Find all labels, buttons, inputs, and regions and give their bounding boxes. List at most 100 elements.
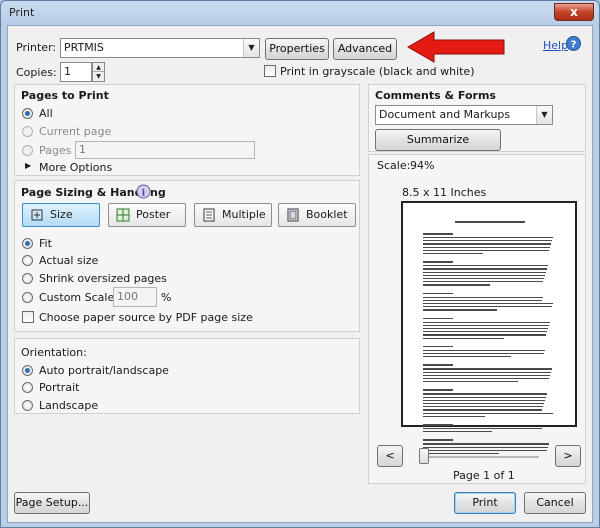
preview-text-line bbox=[423, 446, 548, 448]
booklet-button[interactable]: Booklet bbox=[278, 203, 356, 227]
preview-text-line bbox=[423, 428, 542, 430]
preview-text-line bbox=[423, 274, 545, 276]
multiple-button[interactable]: Multiple bbox=[194, 203, 272, 227]
copies-stepper[interactable]: ▲ ▼ bbox=[92, 62, 105, 82]
help-icon[interactable]: ? bbox=[566, 36, 581, 51]
preview-text-line bbox=[423, 349, 545, 351]
dialog-body: Printer: PRTMIS ▼ Properties Advanced He… bbox=[7, 25, 593, 523]
grayscale-checkbox[interactable] bbox=[264, 65, 276, 77]
preview-text-line bbox=[423, 415, 485, 417]
preview-text-line bbox=[423, 317, 453, 320]
window-title: Print bbox=[9, 6, 35, 19]
pages-range-radio[interactable] bbox=[22, 145, 33, 156]
preview-text-line bbox=[423, 281, 543, 283]
custom-scale-radio[interactable] bbox=[22, 292, 33, 303]
pages-all-label: All bbox=[39, 107, 53, 120]
size-button[interactable]: Size bbox=[22, 203, 100, 227]
svg-text:i: i bbox=[142, 189, 146, 199]
pages-current-radio[interactable] bbox=[22, 126, 33, 137]
preview-text-line bbox=[423, 309, 497, 311]
preview-text-line bbox=[423, 249, 549, 251]
print-button[interactable]: Print bbox=[454, 492, 516, 514]
preview-text-line bbox=[423, 261, 453, 263]
properties-button[interactable]: Properties bbox=[265, 38, 329, 60]
preview-text-line bbox=[423, 328, 548, 330]
preview-text-line bbox=[423, 240, 552, 242]
preview-text-line bbox=[423, 443, 549, 445]
preview-text-line bbox=[423, 364, 453, 366]
preview-text-line bbox=[423, 306, 552, 308]
comments-select-value: Document and Markups bbox=[379, 108, 511, 121]
close-button[interactable]: x bbox=[554, 3, 594, 21]
paper-size-label: 8.5 x 11 Inches bbox=[402, 186, 487, 199]
copies-input[interactable]: 1 bbox=[60, 62, 92, 82]
next-page-button[interactable]: > bbox=[555, 445, 581, 467]
poster-button[interactable]: Poster bbox=[108, 203, 186, 227]
preview-text-line bbox=[455, 221, 525, 223]
svg-text:?: ? bbox=[571, 40, 577, 51]
preview-text-line bbox=[423, 296, 543, 298]
actual-size-radio[interactable] bbox=[22, 255, 33, 266]
preview-text-line bbox=[423, 265, 548, 267]
paper-source-checkbox[interactable] bbox=[22, 311, 34, 323]
custom-scale-input[interactable]: 100 bbox=[113, 287, 157, 307]
more-options-toggle[interactable]: More Options bbox=[39, 161, 112, 174]
stepper-up-icon[interactable]: ▲ bbox=[93, 63, 104, 72]
title-bar[interactable]: Print x bbox=[1, 1, 599, 25]
preview-text-line bbox=[423, 337, 504, 339]
preview-text-line bbox=[423, 371, 551, 373]
comments-forms-panel: Comments & Forms Document and Markups ▼ … bbox=[368, 84, 586, 166]
auto-orientation-radio[interactable] bbox=[22, 365, 33, 376]
pages-range-label: Pages bbox=[39, 144, 72, 157]
previous-page-button[interactable]: < bbox=[377, 445, 403, 467]
page-slider-track[interactable] bbox=[421, 456, 539, 458]
stepper-down-icon[interactable]: ▼ bbox=[93, 72, 104, 81]
preview-panel: Scale: 94% 8.5 x 11 Inches < > Page 1 of… bbox=[368, 154, 586, 484]
paper-source-label: Choose paper source by PDF page size bbox=[39, 311, 253, 324]
preview-text-line bbox=[423, 399, 545, 401]
auto-orientation-label: Auto portrait/landscape bbox=[39, 364, 169, 377]
booklet-icon bbox=[287, 208, 299, 222]
custom-scale-label: Custom Scale: bbox=[39, 291, 118, 304]
shrink-radio[interactable] bbox=[22, 273, 33, 284]
pages-range-input[interactable]: 1 bbox=[75, 141, 255, 159]
poster-icon bbox=[116, 208, 130, 222]
help-link[interactable]: Help bbox=[543, 39, 568, 52]
preview-text-line bbox=[423, 253, 483, 255]
preview-text-line bbox=[423, 453, 499, 455]
summarize-comments-button[interactable]: Summarize Comments bbox=[375, 129, 501, 166]
info-icon[interactable]: i bbox=[136, 184, 151, 199]
preview-text-line bbox=[423, 299, 542, 301]
advanced-button[interactable]: Advanced bbox=[333, 38, 397, 60]
comments-forms-title: Comments & Forms bbox=[375, 89, 496, 102]
comments-select[interactable]: Document and Markups ▼ bbox=[375, 105, 553, 125]
preview-text-line bbox=[423, 393, 547, 395]
copies-label: Copies: bbox=[16, 66, 57, 79]
page-setup-button[interactable]: Page Setup... bbox=[14, 492, 90, 514]
fit-radio[interactable] bbox=[22, 238, 33, 249]
portrait-radio[interactable] bbox=[22, 382, 33, 393]
pages-current-label: Current page bbox=[39, 125, 112, 138]
pages-to-print-panel: Pages to Print All Current page Pages 1 … bbox=[14, 84, 360, 176]
page-preview bbox=[401, 201, 577, 455]
preview-text-line bbox=[423, 439, 453, 441]
preview-text-line bbox=[423, 324, 549, 326]
printer-select[interactable]: PRTMIS ▼ bbox=[60, 38, 260, 58]
chevron-down-icon[interactable]: ▼ bbox=[536, 106, 552, 124]
actual-size-label: Actual size bbox=[39, 254, 99, 267]
grayscale-label: Print in grayscale (black and white) bbox=[280, 65, 475, 78]
preview-text-line bbox=[423, 303, 553, 305]
pages-all-radio[interactable] bbox=[22, 108, 33, 119]
preview-text-line bbox=[423, 321, 550, 323]
expand-triangle-icon[interactable]: ▶ bbox=[25, 161, 31, 170]
scale-label: Scale: bbox=[377, 159, 411, 172]
cancel-button[interactable]: Cancel bbox=[524, 492, 586, 514]
preview-text-line bbox=[423, 268, 547, 270]
chevron-down-icon[interactable]: ▼ bbox=[243, 39, 259, 57]
portrait-label: Portrait bbox=[39, 381, 80, 394]
page-sizing-panel: Page Sizing & Handling i Size Poster Mul… bbox=[14, 180, 360, 332]
preview-text-line bbox=[423, 381, 518, 383]
preview-text-line bbox=[423, 271, 546, 273]
page-slider-thumb[interactable] bbox=[419, 448, 429, 464]
landscape-radio[interactable] bbox=[22, 400, 33, 411]
